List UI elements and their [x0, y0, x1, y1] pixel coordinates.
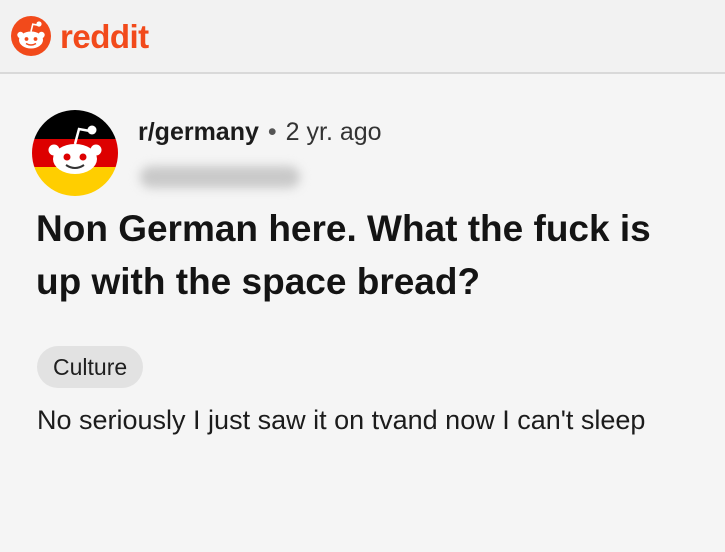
post-flair[interactable]: Culture: [37, 346, 144, 388]
subreddit-link[interactable]: r/germany: [138, 118, 259, 147]
post-card: r/germany • 2 yr. ago Non German here. W…: [0, 74, 725, 552]
post-title[interactable]: Non German here. What the fuck is up wit…: [36, 202, 706, 308]
meta-separator: •: [267, 118, 277, 146]
blurred-username: [140, 166, 300, 188]
top-bar: reddit: [0, 0, 725, 74]
post-body: No seriously I just saw it on tvand now …: [37, 405, 646, 435]
post-meta: r/germany • 2 yr. ago: [138, 118, 382, 147]
brand-wordmark: reddit: [60, 17, 149, 55]
subreddit-avatar[interactable]: [32, 110, 118, 196]
screenshot-frame: reddit r/germany • 2 yr. ago Non German …: [0, 0, 725, 552]
subreddit-avatar-icon: [32, 110, 118, 196]
reddit-snoo-icon: [11, 16, 51, 56]
post-age: 2 yr. ago: [285, 118, 382, 146]
reddit-logo[interactable]: reddit: [10, 15, 149, 57]
